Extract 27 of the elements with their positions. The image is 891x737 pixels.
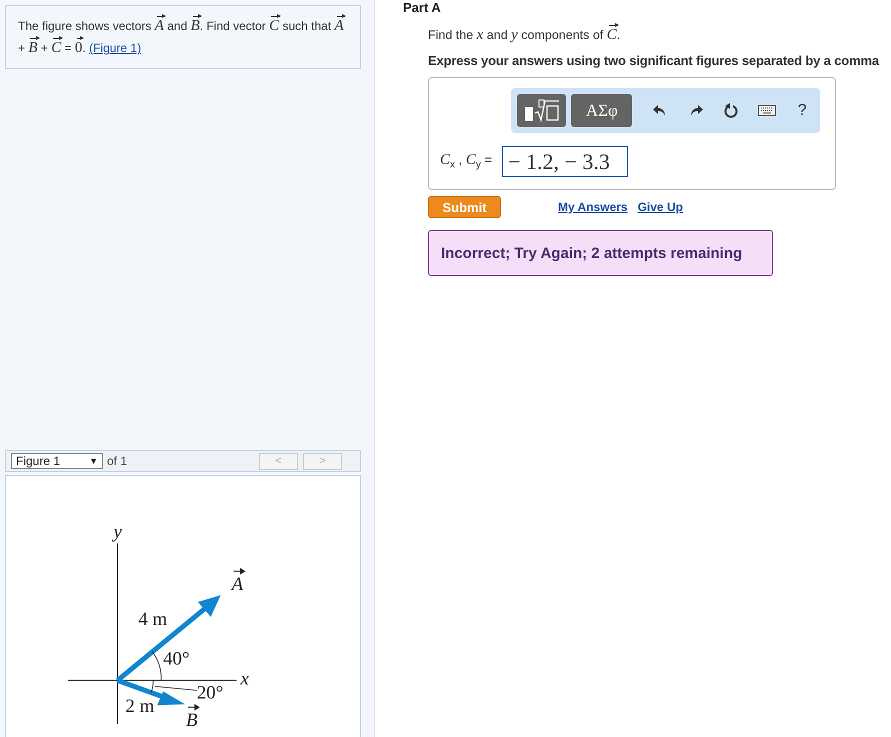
leader-line: [154, 686, 198, 691]
redo-icon: [688, 104, 703, 116]
answer-label: C$_{x}$ , C$_{y}$ =: [440, 152, 492, 171]
answer-link[interactable]: Give Up: [638, 200, 683, 214]
angle-label: 20°: [196, 682, 224, 704]
angle-label: 40°: [163, 648, 190, 670]
axis-label: x: [240, 668, 249, 690]
answer-link[interactable]: My Answers: [558, 200, 628, 214]
problem-text: The figure shows vectors A and B. Find vector C such that A + B + C = 0. (Figure 1): [18, 15, 350, 59]
feedback-message: Incorrect; Try Again; 2 attempts remaining: [428, 230, 773, 276]
length-label: 2 m: [125, 696, 154, 718]
reset-icon: [723, 102, 740, 118]
axis-label: y: [114, 522, 122, 543]
figure-link[interactable]: (Figure 1): [89, 41, 142, 55]
vector-label: B: [186, 704, 200, 732]
symbols-button[interactable]: ΑΣφ: [571, 94, 632, 127]
length-label: 4 m: [138, 608, 168, 630]
instruction-text: Express your answers using two significant figures separated by a comma: [428, 53, 880, 68]
keyboard-icon: [758, 105, 776, 116]
template-button[interactable]: [517, 94, 566, 127]
answer-field[interactable]: − 1.2, − 3.3: [502, 146, 628, 177]
help-button[interactable]: ?: [784, 96, 820, 126]
part-title: Part A: [403, 0, 442, 15]
figure-count: of 1: [107, 454, 128, 468]
undo-icon: [653, 104, 668, 116]
figure-dropdown[interactable]: Figure 1 ▼: [11, 453, 103, 469]
vector-label: A: [232, 568, 246, 596]
